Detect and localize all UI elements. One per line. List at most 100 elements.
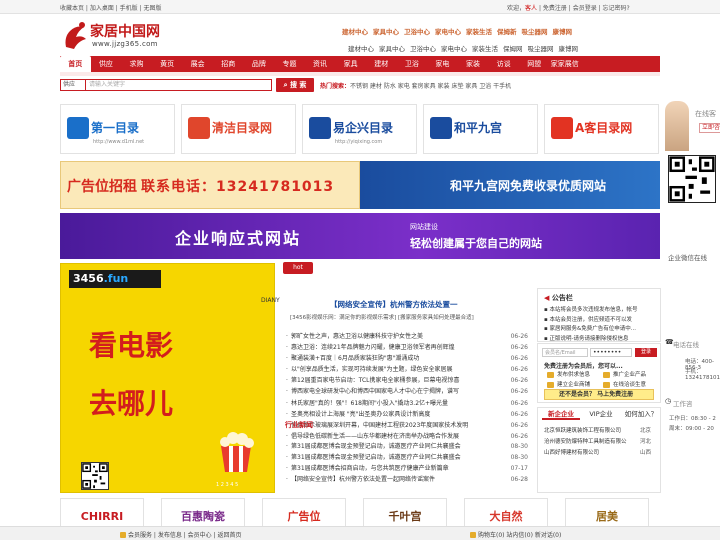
nav-item-4[interactable]: 展会 — [182, 56, 213, 72]
nav-item-5[interactable]: 招商 — [213, 56, 244, 72]
nav-item-9[interactable]: 家具 — [335, 56, 366, 72]
news-item[interactable]: 第31届成都医博会招商启动，与您共筑医疗健康产业新篇章 07-17 — [285, 463, 530, 474]
company-item[interactable]: 北京恒跃建筑装饰工程有限公司 北京 — [544, 426, 656, 434]
channel-sub-0[interactable]: 建材中心 — [348, 43, 374, 53]
welcome-text: 欢迎， — [507, 5, 526, 12]
channel-sub-5[interactable]: 保姆网 — [503, 43, 523, 53]
channel-top-1[interactable]: 家具中心 — [373, 26, 399, 36]
account-links[interactable]: | 免费注册 | 会员登录 | 忘记密码? — [537, 5, 630, 12]
news-item[interactable]: 以"创享品质生活，实现可持续发展"为主题，绿色安全家居展 06-26 — [285, 364, 530, 375]
nav-item-10[interactable]: 建材 — [366, 56, 397, 72]
news-item[interactable]: 郭旷女性之声，惠达卫浴以健康科技守护女性之美 06-26 — [285, 331, 530, 342]
carousel-pager[interactable]: 1 2 3 4 5 — [216, 482, 238, 488]
company-tab-2[interactable]: 如何加入？ — [622, 408, 660, 420]
search-input[interactable]: 请输入关键字 — [86, 79, 272, 91]
phone-online-label: 电话在线 — [673, 341, 699, 349]
clock-icon: ◷ — [665, 397, 672, 405]
nav-item-1[interactable]: 供应 — [91, 56, 122, 72]
responsive-site-banner[interactable]: 企业响应式网站 网站建设 轻松创建属于您自己的网站 — [60, 213, 660, 259]
channel-top-0[interactable]: 建材中心 — [342, 26, 368, 36]
news-item[interactable]: 信息显示玻璃展深圳开幕，中国建材工程获2023年度国家技术发明06-26 — [285, 420, 530, 431]
nav-item-6[interactable]: 品牌 — [244, 56, 275, 72]
news-item[interactable]: 第31届成都医博会现金预登记启动，诚邀医疗产业同仁共襄盛会 08-30 — [285, 441, 530, 452]
channel-sub-1[interactable]: 家具中心 — [379, 43, 405, 53]
footer-right-links[interactable]: 购物车(0) 站内信(0) 新对话(0) — [470, 530, 561, 539]
nav-item-16[interactable]: 家家展信 — [550, 56, 581, 72]
notice-item[interactable]: ▪ 家居网服务&免费广告有位申请中... — [544, 324, 636, 332]
site-logo[interactable]: 家居中国网 www.jjzg365.com — [62, 19, 172, 53]
channel-sub-4[interactable]: 家装生活 — [472, 43, 498, 53]
login-button[interactable]: 登录 — [635, 348, 657, 357]
nav-item-12[interactable]: 家电 — [427, 56, 458, 72]
register-cta[interactable]: 还不是会员？ 马上免费注册 — [544, 389, 654, 400]
search-button[interactable]: ⌕ 搜 索 — [276, 78, 314, 92]
partner-logo-0[interactable]: 第一目录 http://www.d1ml.net — [60, 104, 175, 154]
channel-top-6[interactable]: 吸尘器网 — [522, 26, 548, 36]
password-input[interactable]: •••••••• — [590, 348, 632, 357]
benefit-item[interactable]: 发布供求信息 — [544, 370, 590, 380]
channel-sub-3[interactable]: 家电中心 — [441, 43, 467, 53]
notice-item[interactable]: ▪ 正版说明-请务请接删除侵权信息 — [544, 334, 628, 342]
partner-logo-4[interactable]: A客目录网 — [544, 104, 659, 154]
news-item[interactable]: 圣奥亮相设计上海展 "亮"出圣奥办公家具设计新高度 06-26 — [285, 409, 530, 420]
news-item-date: 08-30 — [510, 454, 528, 462]
partner-logo-3[interactable]: 和平九宫 — [423, 104, 538, 154]
search-category-select[interactable]: 供应 — [60, 79, 86, 91]
company-tab-0[interactable]: 新企企业 — [542, 408, 580, 420]
nav-item-15[interactable]: 网盟 — [519, 56, 550, 72]
nav-item-0[interactable]: 首页 — [60, 56, 91, 72]
news-item[interactable]: 聚通装潢+百度｜6月品质家装狂购"惠"潮涌成功 06-26 — [285, 353, 530, 364]
channel-sub-2[interactable]: 卫浴中心 — [410, 43, 436, 53]
company-region: 山西 — [640, 450, 652, 456]
partner-logo-1[interactable]: 清洁目录网 — [181, 104, 296, 154]
notice-item[interactable]: ▪ 本站会员注册，供应频道不可以发 — [544, 315, 632, 323]
heping-banner[interactable]: 和平九宫网免费收录优质网站 — [360, 161, 660, 209]
footer-left-links[interactable]: 会员服务 | 发布信息 | 会员中心 | 返回首页 — [120, 530, 242, 539]
news-item[interactable]: 第12届重百家电节启动：TCL携家电全家桶参展，巨幕电视惊喜 06-26 — [285, 375, 530, 386]
news-item[interactable]: 博西家电全球研发中心和博西中国家电人才中心在宁揭牌，谱写 06-26 — [285, 386, 530, 397]
work-time-1: 工作日：08:30 - 2 — [669, 416, 716, 422]
nav-underline-strip — [60, 72, 660, 76]
nav-item-8[interactable]: 资讯 — [305, 56, 336, 72]
nav-item-14[interactable]: 访谈 — [488, 56, 519, 72]
nav-item-13[interactable]: 家装 — [458, 56, 489, 72]
channel-sub-6[interactable]: 吸尘器网 — [528, 43, 554, 53]
news-item-date: 06-26 — [510, 366, 528, 374]
company-tab-1[interactable]: VIP企业 — [582, 408, 620, 420]
news-sub-links[interactable]: [3456影视娱乐网：满足你的影视娱乐需求] [搬家服务家具如何处理最合适] — [290, 313, 474, 321]
channel-top-3[interactable]: 家电中心 — [435, 26, 461, 36]
nav-item-2[interactable]: 求购 — [121, 56, 152, 72]
news-item-title: 林氏家居"真的！强"！618期间"小投入"撬动3.2亿+曝光量 — [285, 400, 448, 407]
hot-search-terms[interactable]: 不锈钢 建材 防水 家电 套房家具 家装 床垫 家具 卫浴 干手机 — [350, 83, 511, 90]
channel-top-7[interactable]: 康博网 — [553, 26, 573, 36]
channel-top-2[interactable]: 卫浴中心 — [404, 26, 430, 36]
company-item[interactable]: 沧州德安防爆特种工具制造有限公 河北 — [544, 437, 656, 445]
news-item[interactable]: 林氏家居"真的！强"！618期间"小投入"撬动3.2亿+曝光量 06-26 — [285, 398, 530, 409]
news-item[interactable]: 第31届成都医博会现金预登记启动，诚邀医疗产业同仁共襄盛会 08-30 — [285, 452, 530, 463]
nav-item-11[interactable]: 卫浴 — [397, 56, 428, 72]
news-item-date: 06-26 — [510, 333, 528, 340]
nav-item-7[interactable]: 专题 — [274, 56, 305, 72]
news-item-title: 聚通装潢+百度｜6月品质家装狂购"惠"潮涌成功 — [285, 355, 419, 362]
news-item-date: 06-26 — [510, 388, 528, 396]
channel-sub-7[interactable]: 康博网 — [559, 43, 579, 53]
partner-logo-2[interactable]: 易企兴目录 http://yiqixing.com — [302, 104, 417, 154]
username-input[interactable]: 会员名/Email — [542, 348, 588, 357]
company-item[interactable]: 山西好博建材有限公司 山西 — [544, 448, 656, 456]
news-item[interactable]: 惠达卫浴：连续21年品牌魅力闪耀，健康卫浴领军者再创辉煌 06-26 — [285, 342, 530, 353]
work-time-2: 周末：09:00 - 20 — [669, 426, 714, 432]
news-item-date: 06-26 — [510, 344, 528, 352]
channel-top-4[interactable]: 家装生活 — [466, 26, 492, 36]
channel-links-sub: 建材中心 家具中心 卫浴中心 家电中心 家装生活 保姆网 吸尘器网 康博网 — [348, 43, 583, 53]
news-item[interactable]: 【网络安全宣传】杭州警方依法处置一起网络传谣案件 06-28 — [285, 474, 530, 485]
top-left-links[interactable]: 收藏本页 | 加入桌面 | 手机版 | 无图版 — [60, 3, 162, 12]
notice-item[interactable]: ▪ 本站将会员多次违规发布信息，帐号 — [544, 305, 637, 313]
nav-item-3[interactable]: 黄页 — [152, 56, 183, 72]
benefit-item[interactable]: 推广企业产品 — [600, 370, 646, 380]
movie-site-ad[interactable]: 3456.fun 看电影 去哪儿 DIANY 1 2 3 4 5 — [60, 263, 280, 493]
ad-recruit-banner[interactable]: 广告位招租 联系电话：13241781013 — [60, 161, 360, 209]
ad-phone-text: 联系电话：13241781013 — [141, 179, 335, 195]
consult-now-button[interactable]: 立即咨 — [699, 123, 720, 133]
channel-top-5[interactable]: 保姆新 — [497, 26, 517, 36]
news-headline[interactable]: 【网络安全宣传】杭州警方依法处置一 — [330, 299, 458, 310]
